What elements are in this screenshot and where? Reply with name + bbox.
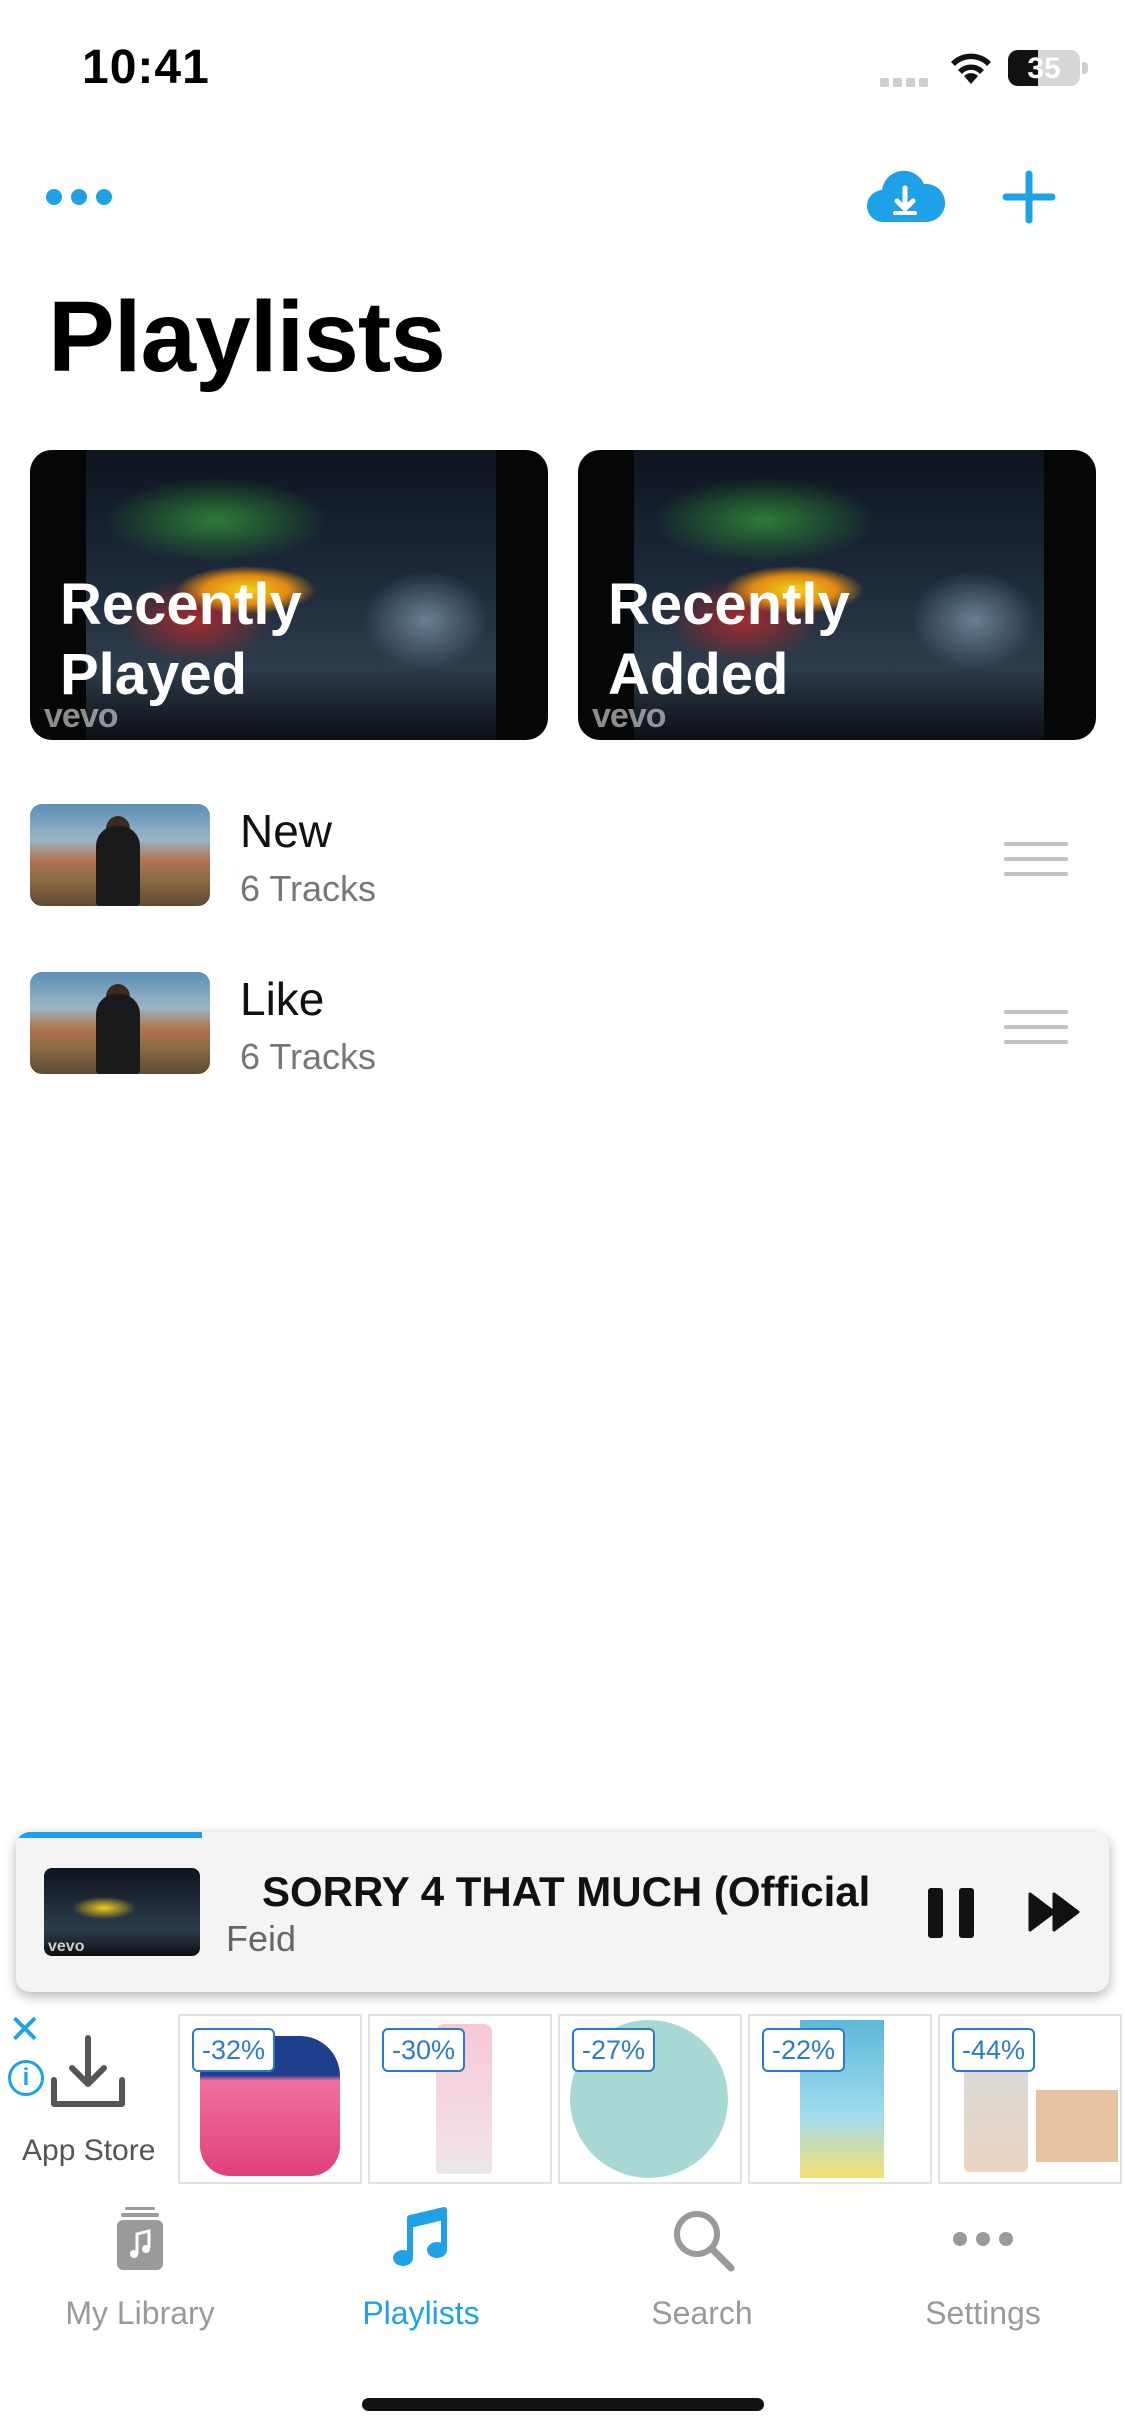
tab-label: Search [651, 2295, 753, 2331]
app-store-label[interactable]: App Store [22, 2134, 155, 2168]
recently-played-card[interactable]: Recently Played vevo [30, 450, 548, 740]
playlist-thumbnail [30, 804, 210, 906]
next-track-button[interactable] [1028, 1890, 1082, 1934]
pause-button[interactable] [928, 1888, 974, 1938]
mini-player[interactable]: vevo SORRY 4 THAT MUCH (Official Feid [16, 1832, 1109, 1992]
search-icon [674, 2211, 735, 2272]
vevo-watermark: vevo [44, 697, 118, 735]
reorder-handle-icon[interactable] [1004, 1010, 1068, 1055]
cellular-signal-icon [880, 74, 932, 87]
dot [96, 189, 112, 205]
cloud-download-button[interactable] [864, 164, 946, 230]
ad-product-tile[interactable]: -22% [748, 2014, 932, 2184]
now-playing-title: SORRY 4 THAT MUCH (Official [262, 1868, 871, 1915]
discount-badge: -30% [382, 2028, 466, 2072]
playlist-track-count: 6 Tracks [240, 868, 377, 909]
now-playing-artist: Feid [226, 1918, 297, 1959]
ad-product-tile[interactable]: -44% [938, 2014, 1122, 2184]
tab-settings[interactable]: Settings [843, 2204, 1123, 2332]
page-title: Playlists [48, 281, 446, 393]
vevo-watermark: vevo [592, 697, 666, 735]
ad-product-tile[interactable]: -30% [368, 2014, 552, 2184]
card-label: Recently Played [60, 570, 302, 710]
card-label-line1: Recently [60, 572, 302, 637]
more-icon [953, 2232, 1013, 2246]
dot [46, 189, 62, 205]
playback-progress-bar[interactable] [16, 1832, 202, 1838]
download-icon[interactable] [48, 2032, 128, 2112]
recently-added-card[interactable]: Recently Added vevo [578, 450, 1096, 740]
add-playlist-button[interactable] [1002, 170, 1056, 224]
reorder-handle-icon[interactable] [1004, 842, 1068, 887]
discount-badge: -44% [952, 2028, 1036, 2072]
discount-badge: -32% [192, 2028, 276, 2072]
tab-playlists[interactable]: Playlists [281, 2204, 561, 2332]
ad-product-tile[interactable]: -32% [178, 2014, 362, 2184]
music-note-icon [393, 2207, 447, 2266]
card-label: Recently Added [608, 570, 850, 710]
battery-level: 35 [1027, 52, 1061, 85]
playlist-title: Like [240, 973, 325, 1025]
discount-badge: -22% [762, 2028, 846, 2072]
thumb-figure [96, 994, 140, 1074]
ad-product-tile[interactable]: -27% [558, 2014, 742, 2184]
battery-icon: 35 [1008, 50, 1080, 86]
wifi-icon [951, 53, 991, 84]
ad-close-icon[interactable]: ✕ [8, 2010, 42, 2050]
foundation-swatch [1036, 2090, 1118, 2162]
foundation-bottle-product [964, 2056, 1028, 2172]
now-playing-artwork: vevo [44, 1868, 200, 1956]
vevo-watermark: vevo [48, 1938, 85, 1955]
status-time: 10:41 [82, 41, 210, 94]
tab-my-library[interactable]: My Library [0, 2204, 280, 2332]
card-label-line1: Recently [608, 572, 850, 637]
playlist-row-like[interactable]: Like 6 Tracks [0, 958, 1125, 1108]
battery-cap [1082, 62, 1088, 74]
tab-label: Playlists [362, 2295, 480, 2331]
playlist-title: New [240, 805, 333, 857]
playlist-row-new[interactable]: New 6 Tracks [0, 790, 1125, 940]
playlist-track-count: 6 Tracks [240, 1036, 377, 1077]
playlist-thumbnail [30, 972, 210, 1074]
dot [71, 189, 87, 205]
tab-search[interactable]: Search [562, 2204, 842, 2332]
thumb-figure [96, 826, 140, 906]
tab-label: My Library [65, 2295, 215, 2331]
ad-info-icon[interactable]: i [8, 2060, 44, 2096]
tab-label: Settings [925, 2295, 1041, 2331]
library-icon [117, 2207, 163, 2270]
more-options-button[interactable] [46, 182, 126, 212]
discount-badge: -27% [572, 2028, 656, 2072]
home-indicator [362, 2398, 764, 2411]
